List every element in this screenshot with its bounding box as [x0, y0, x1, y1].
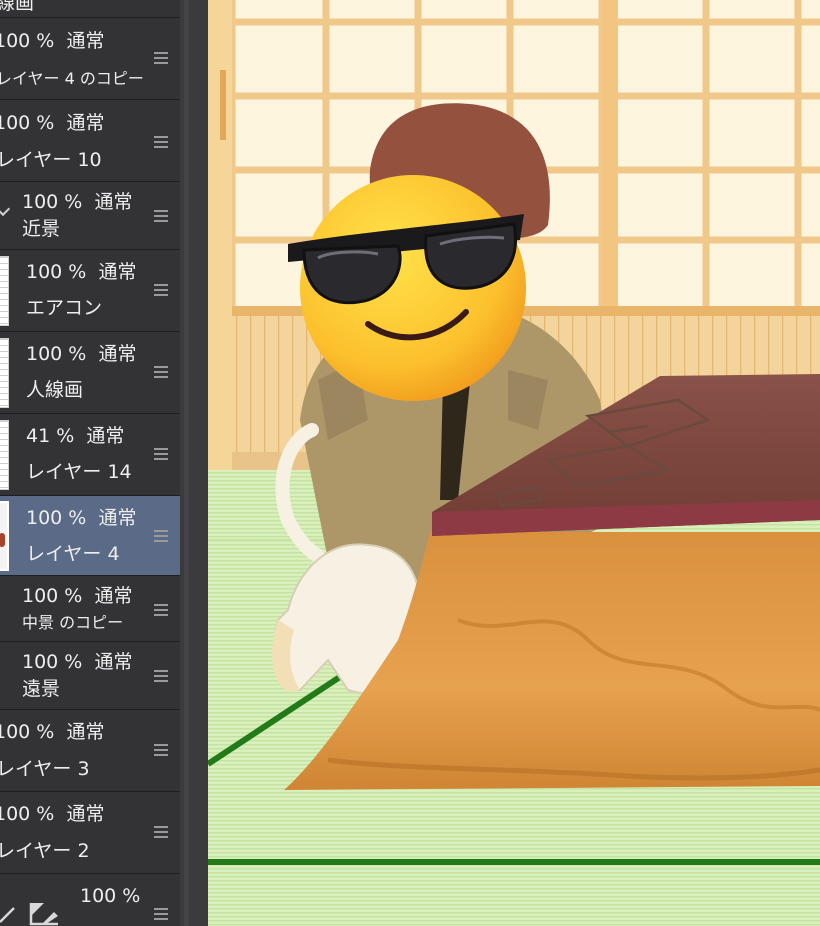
layer-opacity-blend: 100 % 通常 [0, 30, 105, 52]
drag-handle-icon[interactable] [154, 908, 168, 920]
layer-name: レイヤー 4 のコピー [0, 69, 144, 88]
drag-handle-icon[interactable] [154, 670, 168, 682]
layer-folder-row[interactable]: 100 % 通常 近景 [0, 182, 180, 250]
clipping-icon [29, 903, 58, 926]
drag-handle-icon[interactable] [154, 604, 168, 616]
drag-handle-icon[interactable] [154, 826, 168, 838]
drag-handle-icon[interactable] [154, 530, 168, 542]
layer-name: レイヤー 10 [0, 149, 102, 171]
layer-row[interactable]: 100 % [0, 874, 180, 926]
layer-name: 人線画 [26, 379, 84, 401]
layer-row-selected[interactable]: 100 % 通常 レイヤー 4 [0, 496, 180, 576]
layer-row[interactable]: 100 % 通常 レイヤー 3 [0, 710, 180, 792]
layer-row[interactable]: 100 % 通常 エアコン [0, 250, 180, 332]
layer-opacity-blend: 100 % 通常 [22, 585, 133, 607]
layer-opacity-blend: 100 % 通常 [0, 112, 105, 134]
layer-panel: 線画 100 % 通常 レイヤー 4 のコピー 100 % 通常 レイヤー 10… [0, 0, 180, 926]
layer-name: 近景 [22, 218, 61, 240]
layer-name: 線画 [0, 0, 35, 14]
layer-thumbnail [0, 256, 9, 326]
layer-name: レイヤー 2 [0, 840, 90, 862]
layer-name: レイヤー 4 [26, 543, 120, 565]
layer-row[interactable]: 線画 [0, 0, 180, 18]
drag-handle-icon[interactable] [154, 210, 168, 222]
layer-name: エアコン [26, 297, 103, 319]
drag-handle-icon[interactable] [154, 744, 168, 756]
drag-handle-icon[interactable] [154, 52, 168, 64]
layer-name: レイヤー 14 [26, 461, 132, 483]
layer-name: 中景 のコピー [22, 613, 124, 632]
layer-thumbnail [0, 501, 9, 571]
layer-opacity: 100 % [80, 885, 141, 907]
layer-folder-row[interactable]: 100 % 通常 中景 のコピー [0, 576, 180, 642]
drag-handle-icon[interactable] [154, 136, 168, 148]
drawing-canvas[interactable] [208, 0, 820, 926]
layer-row[interactable]: 100 % 通常 人線画 [0, 332, 180, 414]
layer-opacity-blend: 100 % 通常 [26, 261, 137, 283]
layer-name: レイヤー 3 [0, 758, 90, 780]
layer-row[interactable]: 41 % 通常 レイヤー 14 [0, 414, 180, 496]
drag-handle-icon[interactable] [154, 366, 168, 378]
layer-opacity-blend: 100 % 通常 [0, 721, 105, 743]
drag-handle-icon[interactable] [154, 448, 168, 460]
layer-name: 遠景 [22, 678, 61, 700]
folder-expand-icon[interactable] [0, 201, 11, 217]
pen-icon [0, 907, 15, 923]
drag-handle-icon[interactable] [154, 284, 168, 296]
layer-opacity-blend: 100 % 通常 [22, 191, 133, 213]
layer-opacity-blend: 100 % 通常 [26, 507, 137, 529]
layer-opacity-blend: 100 % 通常 [26, 343, 137, 365]
layer-row[interactable]: 100 % 通常 レイヤー 4 のコピー [0, 18, 180, 100]
layer-thumbnail [0, 420, 9, 490]
panel-divider[interactable] [180, 0, 208, 926]
layer-row[interactable]: 100 % 通常 レイヤー 2 [0, 792, 180, 874]
layer-folder-row[interactable]: 100 % 通常 遠景 [0, 642, 180, 710]
layer-opacity-blend: 100 % 通常 [22, 651, 133, 673]
layer-opacity-blend: 100 % 通常 [0, 803, 105, 825]
layer-thumbnail [0, 338, 9, 408]
layer-row[interactable]: 100 % 通常 レイヤー 10 [0, 100, 180, 182]
layer-opacity-blend: 41 % 通常 [26, 425, 125, 447]
